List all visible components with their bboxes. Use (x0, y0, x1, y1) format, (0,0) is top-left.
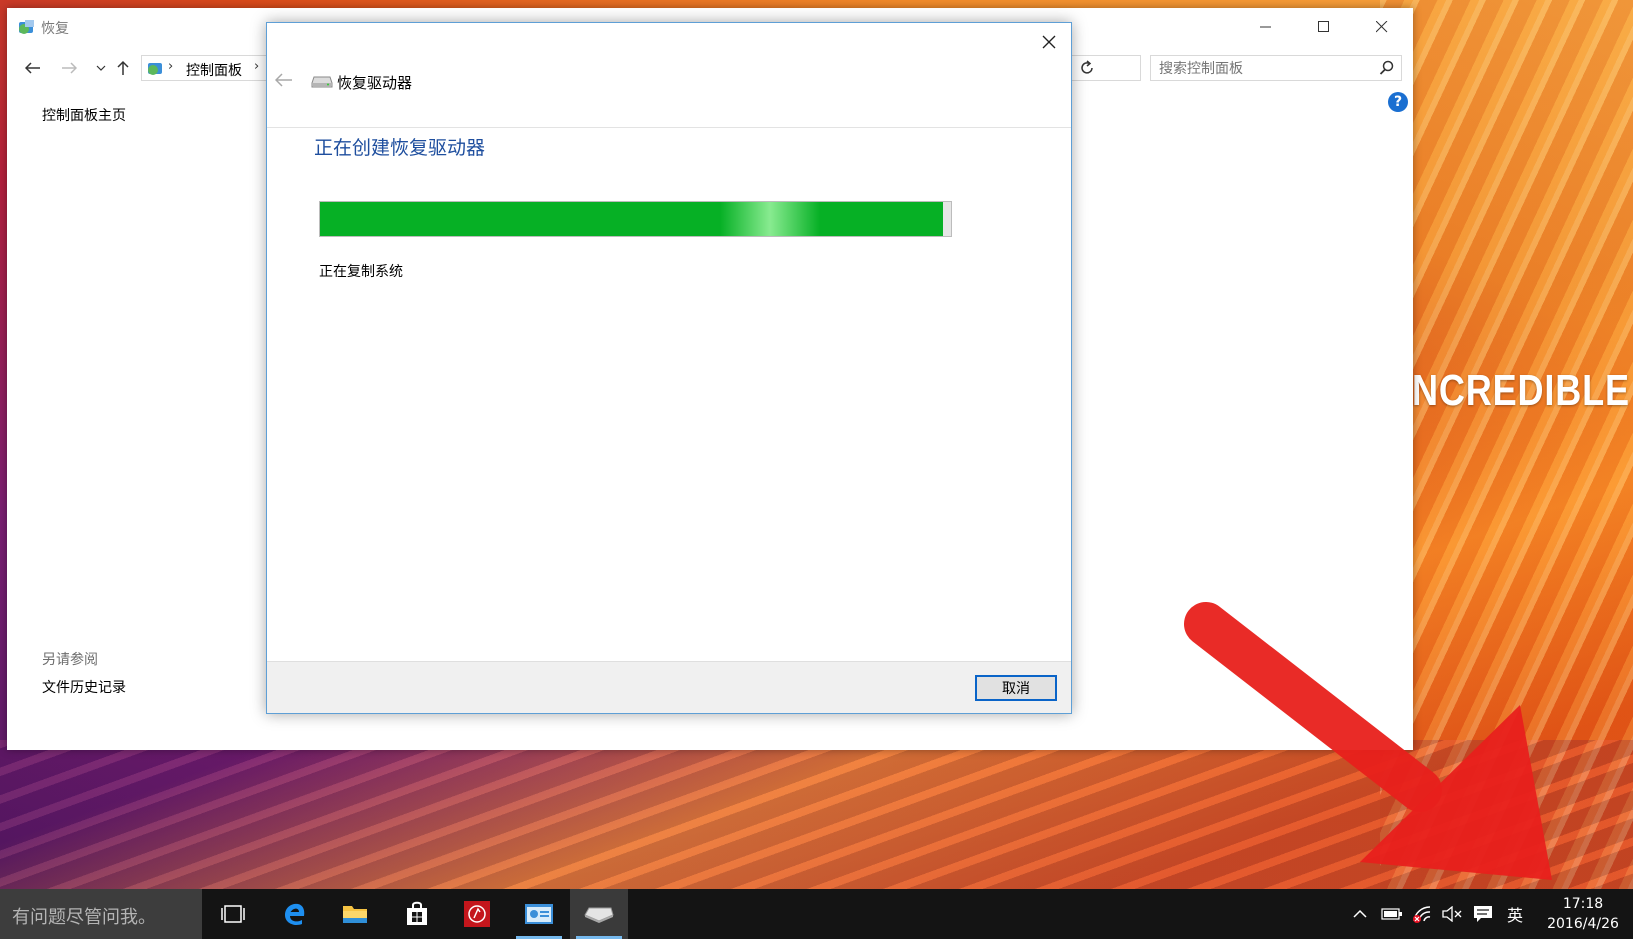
edge-button[interactable] (266, 889, 324, 939)
battery-button[interactable] (1378, 889, 1406, 939)
recovery-drive-dialog: 恢复驱动器 正在创建恢复驱动器 正在复制系统 取消 (266, 22, 1072, 714)
wifi-disconnected-icon (1413, 906, 1431, 923)
store-button[interactable] (388, 889, 446, 939)
help-button[interactable]: ? (1388, 92, 1408, 112)
close-icon (1376, 21, 1388, 33)
close-icon (1042, 35, 1056, 49)
app-red-icon (464, 901, 490, 927)
dialog-footer: 取消 (267, 661, 1071, 713)
progress-fill (320, 202, 943, 236)
up-arrow-icon (117, 60, 129, 75)
notification-icon (1474, 906, 1492, 922)
close-button[interactable] (1353, 8, 1411, 46)
back-arrow-icon (274, 73, 292, 87)
drive-icon (584, 907, 614, 923)
clock-time: 17:18 (1562, 896, 1604, 912)
back-button[interactable] (21, 56, 45, 80)
task-view-button[interactable] (204, 889, 262, 939)
up-button[interactable] (111, 56, 135, 80)
red-app-button[interactable] (448, 889, 506, 939)
cancel-button[interactable]: 取消 (975, 675, 1057, 701)
minimize-icon (1260, 26, 1271, 28)
breadcrumb-control-panel[interactable]: 控制面板 (186, 60, 242, 80)
dialog-header: 恢复驱动器 (267, 59, 1071, 128)
search-input[interactable] (1157, 58, 1371, 80)
progress-bar (319, 201, 952, 237)
network-button[interactable] (1408, 889, 1436, 939)
forward-arrow-icon (62, 62, 77, 74)
dialog-heading: 正在创建恢复驱动器 (314, 137, 486, 159)
chevron-down-icon (96, 65, 106, 71)
store-icon (407, 901, 427, 925)
drive-icon (311, 75, 333, 93)
volume-muted-icon (1442, 906, 1462, 922)
edge-icon (285, 903, 305, 925)
refresh-icon (1081, 60, 1093, 74)
search-box[interactable] (1150, 55, 1402, 81)
control-panel-taskbar-button[interactable] (510, 889, 568, 939)
refresh-button[interactable] (1078, 59, 1096, 81)
control-panel-taskbar-icon (525, 904, 553, 924)
control-panel-icon (146, 59, 166, 81)
maximize-icon (1318, 21, 1329, 32)
input-method-button[interactable]: 英 (1500, 889, 1530, 939)
clock[interactable]: 17:18 2016/4/26 (1540, 894, 1626, 934)
action-center-button[interactable] (1468, 889, 1498, 939)
recovery-drive-taskbar-button[interactable] (570, 889, 628, 939)
dialog-back-button[interactable] (274, 71, 293, 92)
task-view-icon (221, 905, 245, 923)
breadcrumb-separator-icon: › (168, 59, 174, 74)
window-title: 恢复 (41, 21, 69, 37)
cortana-placeholder: 有问题尽管问我。 (12, 907, 156, 928)
recent-locations-button[interactable] (89, 56, 113, 80)
search-icon[interactable] (1379, 60, 1395, 80)
wallpaper-text: NCREDIBLE (1412, 366, 1630, 415)
volume-button[interactable] (1438, 889, 1466, 939)
taskbar: 有问题尽管问我。 英 17:18 2016/4/26 (0, 889, 1633, 939)
see-also-label: 另请参阅 (42, 652, 98, 668)
back-arrow-icon (25, 62, 40, 74)
battery-icon (1381, 908, 1402, 920)
folder-icon (343, 906, 367, 923)
clock-date: 2016/4/26 (1547, 916, 1619, 932)
recovery-app-icon (17, 18, 37, 40)
breadcrumb-separator-icon: › (254, 59, 260, 74)
cortana-search-box[interactable]: 有问题尽管问我。 (0, 889, 202, 939)
minimize-button[interactable] (1237, 8, 1295, 46)
file-history-link[interactable]: 文件历史记录 (42, 677, 126, 697)
forward-button[interactable] (57, 56, 81, 80)
status-text: 正在复制系统 (319, 264, 403, 280)
show-hidden-icons-button[interactable] (1348, 889, 1372, 939)
control-panel-home-link[interactable]: 控制面板主页 (42, 105, 126, 125)
dialog-close-button[interactable] (1031, 27, 1067, 57)
red-arrow-annotation (1184, 602, 1552, 880)
maximize-button[interactable] (1295, 8, 1353, 46)
dialog-title: 恢复驱动器 (337, 74, 413, 92)
chevron-up-icon (1353, 909, 1367, 918)
progress-glow (720, 202, 820, 236)
file-explorer-button[interactable] (326, 889, 384, 939)
